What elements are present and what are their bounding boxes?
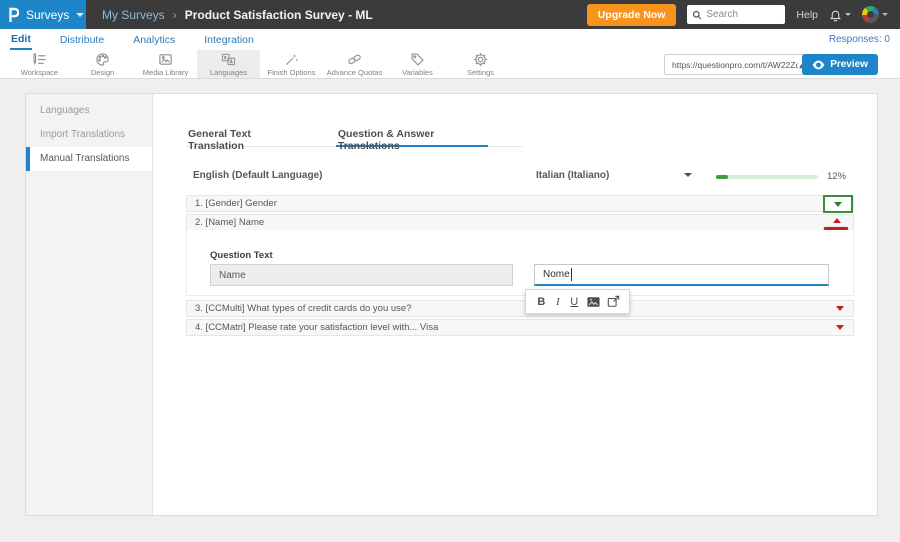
translation-input-wrap: [534, 264, 829, 286]
annotation-highlight-box: [823, 195, 853, 213]
survey-url-box: [664, 54, 814, 75]
chevron-down-icon: [882, 13, 888, 16]
nav-item-analytics[interactable]: Analytics: [132, 31, 176, 49]
nav-item-edit[interactable]: Edit: [10, 30, 32, 50]
progress-percent-label: 12%: [827, 171, 847, 182]
sidebar-item-languages[interactable]: Languages: [26, 99, 152, 123]
responses-count[interactable]: Responses: 0: [829, 34, 890, 45]
translate-icon: [221, 52, 236, 67]
chevron-down-icon: [76, 12, 85, 17]
breadcrumb-my-surveys[interactable]: My Surveys: [102, 8, 165, 22]
survey-url-input[interactable]: [672, 59, 798, 70]
text-cursor: [571, 268, 572, 281]
source-language-label: English (Default Language): [193, 170, 323, 181]
image-icon: [158, 52, 173, 67]
magic-wand-icon: [284, 52, 299, 67]
chevron-down-icon: [845, 13, 851, 16]
palette-icon: [95, 52, 110, 67]
italic-button[interactable]: I: [554, 296, 562, 308]
eye-icon: [812, 60, 825, 70]
upgrade-now-button[interactable]: Upgrade Now: [586, 3, 677, 26]
nav-item-distribute[interactable]: Distribute: [59, 31, 105, 49]
account-menu[interactable]: [862, 6, 888, 23]
topbar-right-group: Upgrade Now Help: [586, 3, 900, 26]
translation-text-input[interactable]: [534, 264, 829, 286]
question-row-ccmatri[interactable]: 4. [CCMatri] Please rate your satisfacti…: [186, 319, 854, 336]
edit-toolbar: Workspace Design Media Library Languages…: [0, 50, 900, 79]
collapse-row-caret-icon[interactable]: [833, 218, 841, 223]
question-text-editor-panel: Question Text B I U: [186, 230, 854, 314]
breadcrumb: My Surveys › Product Satisfaction Survey…: [102, 8, 373, 22]
toolbar-workspace-button[interactable]: Workspace: [8, 50, 71, 78]
avatar: [862, 6, 879, 23]
sidebar-item-import-translations[interactable]: Import Translations: [26, 123, 152, 147]
expand-row-caret-icon[interactable]: [836, 325, 844, 330]
sidebar-item-manual-translations[interactable]: Manual Translations: [26, 147, 152, 171]
tag-icon: [410, 52, 425, 67]
toolbar-advance-quotas-button[interactable]: Advance Quotas: [323, 50, 386, 78]
toolbar-variables-button[interactable]: Variables: [386, 50, 449, 78]
search-icon: [692, 10, 702, 20]
top-bar: Surveys My Surveys › Product Satisfactio…: [0, 0, 900, 29]
toolbar-design-button[interactable]: Design: [71, 50, 134, 78]
question-row-gender[interactable]: 1. [Gender] Gender: [186, 195, 854, 213]
questionpro-app: Surveys My Surveys › Product Satisfactio…: [0, 0, 900, 542]
global-search[interactable]: [687, 5, 786, 24]
notifications-menu[interactable]: [829, 8, 851, 22]
underline-button[interactable]: U: [568, 296, 580, 308]
bell-icon: [829, 8, 842, 22]
bold-button[interactable]: B: [535, 296, 547, 308]
insert-image-button[interactable]: [587, 296, 600, 308]
tab-general-text-translation[interactable]: General Text Translation: [186, 124, 302, 152]
translations-card: Languages Import Translations Manual Tra…: [25, 93, 878, 516]
tab-question-answer-translations[interactable]: Question & Answer Translations: [335, 124, 488, 152]
toolbar-media-library-button[interactable]: Media Library: [134, 50, 197, 78]
search-input[interactable]: [706, 9, 777, 20]
question-text-label: Question Text: [210, 250, 273, 261]
progress-fill: [716, 175, 729, 179]
source-text-input[interactable]: [210, 264, 513, 286]
question-row-ccmulti[interactable]: 3. [CCMulti] What types of credit cards …: [186, 300, 854, 317]
toolbar-settings-button[interactable]: Settings: [449, 50, 512, 78]
toolbar-finish-options-button[interactable]: Finish Options: [260, 50, 323, 78]
target-language-select[interactable]: Italian (Italiano): [536, 170, 609, 181]
survey-title: Product Satisfaction Survey - ML: [184, 7, 373, 22]
translation-tabs: General Text Translation Question & Answ…: [186, 124, 522, 152]
nav-item-integration[interactable]: Integration: [203, 31, 255, 49]
workspace-icon: [32, 52, 47, 67]
gear-icon: [473, 52, 488, 67]
translation-progress-bar: [716, 175, 818, 179]
chain-link-icon: [347, 52, 362, 67]
questionpro-logo-icon[interactable]: [8, 7, 19, 22]
breadcrumb-separator: ›: [172, 7, 177, 22]
product-label[interactable]: Surveys: [26, 8, 69, 22]
preview-button[interactable]: Preview: [802, 54, 878, 75]
toolbar-languages-button[interactable]: Languages: [197, 50, 260, 78]
question-row-name[interactable]: 2. [Name] Name: [186, 214, 854, 232]
help-link[interactable]: Help: [796, 9, 818, 21]
expand-row-caret-icon[interactable]: [836, 306, 844, 311]
formatting-toolbar: B I U: [525, 289, 630, 314]
translations-sidebar: Languages Import Translations Manual Tra…: [26, 94, 153, 515]
product-switcher[interactable]: Surveys: [0, 0, 86, 29]
expand-row-caret-icon[interactable]: [834, 201, 842, 207]
chevron-down-icon[interactable]: [684, 173, 692, 177]
section-nav: Edit Distribute Analytics Integration Re…: [0, 29, 900, 50]
insert-link-button[interactable]: [607, 295, 620, 308]
